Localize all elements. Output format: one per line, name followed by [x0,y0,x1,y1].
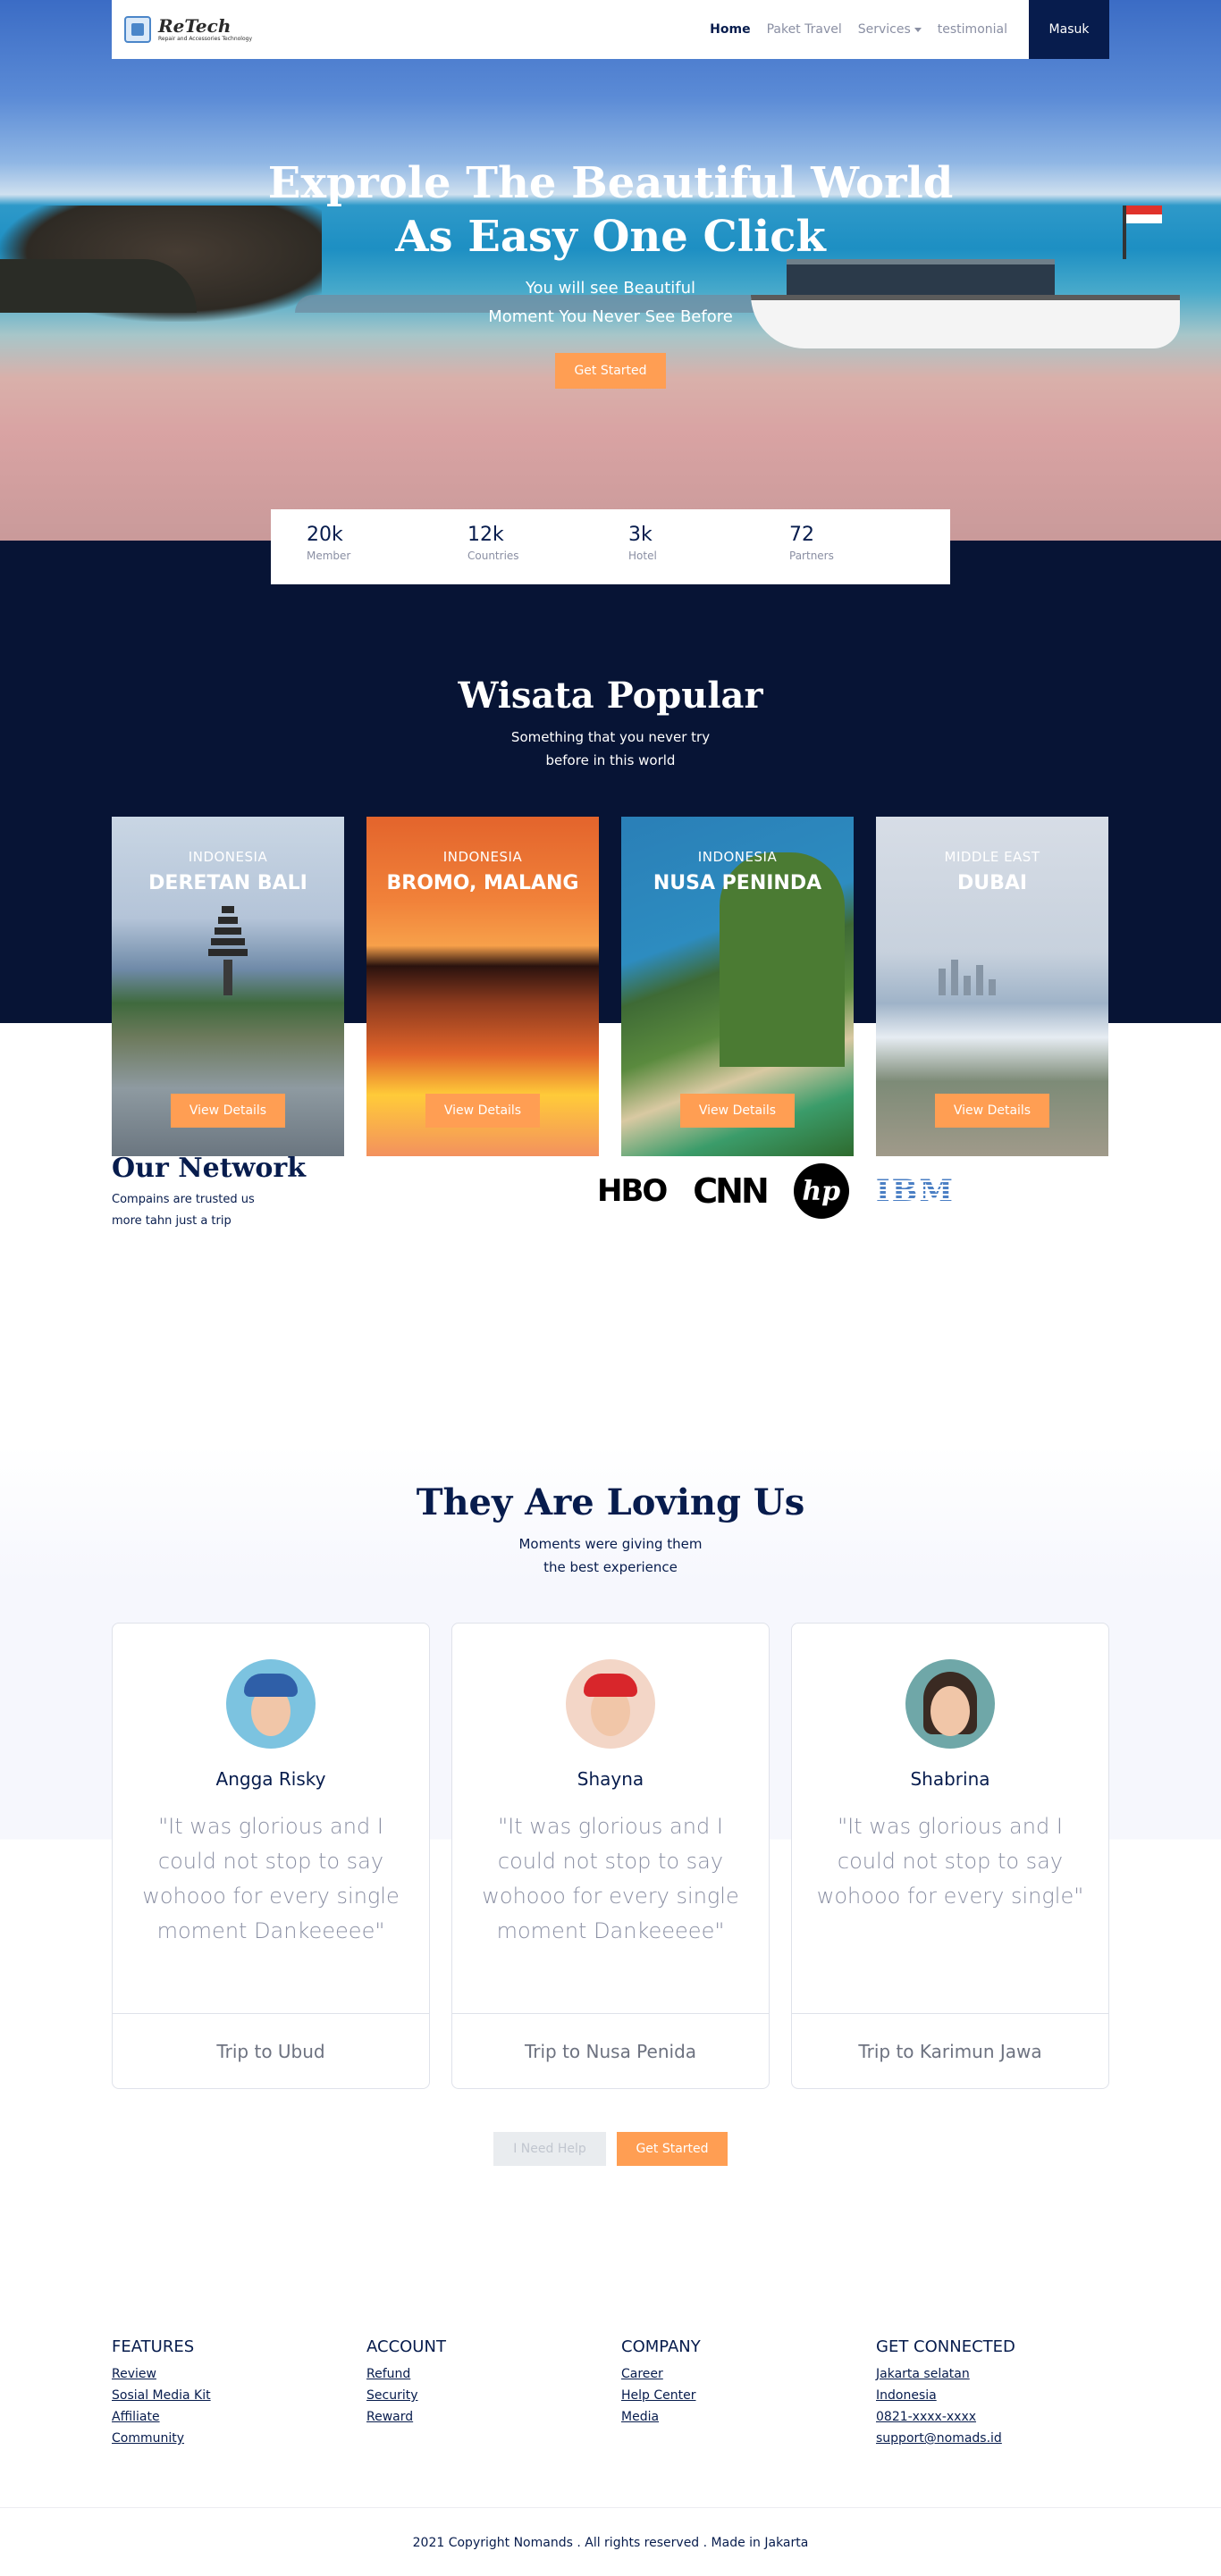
footer-link[interactable]: Review [112,2363,366,2385]
footer-link[interactable]: Refund [366,2363,621,2385]
need-help-button[interactable]: I Need Help [493,2132,606,2166]
stat-countries: 12k Countries [467,524,519,562]
partner-logos: HBO CNN hp IBM [597,1163,981,1219]
brand-name: ReTech [158,15,232,37]
footer-company: COMPANY Career Help Center Media [621,2337,876,2449]
travel-card-bromo[interactable]: INDONESIA BROMO, MALANG View Details [366,817,599,1156]
get-started-button[interactable]: Get Started [555,353,666,389]
login-button[interactable]: Masuk [1029,0,1109,59]
nav-home[interactable]: Home [710,22,750,37]
hero-content: Exprole The Beautiful World As Easy One … [0,156,1221,389]
hero-title: Exprole The Beautiful World As Easy One … [267,158,954,262]
card-country: MIDDLE EAST [944,849,1040,865]
hp-logo: hp [793,1163,849,1219]
testimonial-quote: "It was glorious and I could not stop to… [482,1814,739,1943]
network-section: Our Network Compains are trusted us more… [0,1153,1221,1447]
network-title: Our Network [112,1153,306,1184]
footer-account: ACCOUNT Refund Security Reward [366,2337,621,2449]
testimonial-quote: "It was glorious and I could not stop to… [142,1814,400,1943]
stat-member: 20k Member [307,524,351,562]
footer-link[interactable]: Sosial Media Kit [112,2385,366,2406]
card-title: DERETAN BALI [148,872,307,894]
view-details-button[interactable]: View Details [935,1094,1049,1128]
footer-divider [0,2507,1221,2508]
cta-buttons: I Need Help Get Started [0,2132,1221,2166]
footer: FEATURES Review Sosial Media Kit Affilia… [0,2299,1221,2576]
footer-columns: FEATURES Review Sosial Media Kit Affilia… [112,2337,1131,2449]
testimonial-quote: "It was glorious and I could not stop to… [816,1814,1084,1909]
copyright: 2021 Copyright Nomands . All rights rese… [412,2536,809,2550]
page: ReTech Repair and Accessories Technology… [0,0,1221,2576]
nav-testimonial[interactable]: testimonial [938,22,1007,37]
navbar: ReTech Repair and Accessories Technology… [112,0,1109,59]
testimonial-trip: Trip to Ubud [113,2013,429,2088]
footer-link[interactable]: Affiliate [112,2406,366,2428]
popular-subtitle: Something that you never try before in t… [510,729,711,768]
nav-services-label: Services [857,22,911,37]
testimonial-name: Angga Risky [215,1768,326,1790]
network-subtitle: Compains are trusted us more tahn just a… [112,1193,255,1228]
stats-bar: 20k Member 12k Countries 3k Hotel 72 Par… [271,509,950,584]
view-details-button[interactable]: View Details [425,1094,540,1128]
testimonial-name: Shabrina [910,1768,990,1790]
footer-link[interactable]: support@nomads.id [876,2428,1131,2449]
footer-link[interactable]: Jakarta selatan [876,2363,1131,2385]
nav-paket-travel[interactable]: Paket Travel [767,22,842,37]
travel-card-nusa-penida[interactable]: INDONESIA NUSA PENINDA View Details [621,817,854,1156]
avatar [226,1659,316,1749]
testimonial-trip: Trip to Nusa Penida [452,2013,769,2088]
stat-partners: 72 Partners [789,524,834,562]
view-details-button[interactable]: View Details [680,1094,795,1128]
testimonial-card: Angga Risky "It was glorious and I could… [112,1623,430,2089]
avatar [905,1659,995,1749]
skyline-image [930,960,1019,995]
testimonial-card: Shabrina "It was glorious and I could no… [791,1623,1109,2089]
testimonial-section: They Are Loving Us Moments were giving t… [0,1446,1221,2362]
hbo-logo: HBO [597,1173,668,1209]
testimonial-trip: Trip to Karimun Jawa [792,2013,1108,2088]
pagoda-image [208,906,248,1040]
footer-link[interactable]: Community [112,2428,366,2449]
travel-cards: INDONESIA DERETAN BALI View Details INDO… [112,817,1108,1156]
hero-subtitle: You will see Beautiful Moment You Never … [488,279,733,326]
testimonial-subtitle: Moments were giving them the best experi… [518,1536,703,1575]
caret-down-icon [914,27,922,32]
get-started-button[interactable]: Get Started [617,2132,728,2166]
travel-card-dubai[interactable]: MIDDLE EAST DUBAI View Details [876,817,1108,1156]
view-details-button[interactable]: View Details [171,1094,285,1128]
card-country: INDONESIA [442,849,523,865]
card-country: INDONESIA [188,849,268,865]
footer-get-connected: GET CONNECTED Jakarta selatan Indonesia … [876,2337,1131,2449]
brand-logo[interactable]: ReTech Repair and Accessories Technology [124,16,252,43]
nav-menu: Home Paket Travel Services testimonial M… [710,0,1109,59]
footer-link[interactable]: Indonesia [876,2385,1131,2406]
avatar [566,1659,655,1749]
ibm-logo: IBM [875,1173,956,1209]
travel-card-bali[interactable]: INDONESIA DERETAN BALI View Details [112,817,344,1156]
hero-banner: Exprole The Beautiful World As Easy One … [0,0,1221,541]
footer-link[interactable]: Reward [366,2406,621,2428]
footer-features: FEATURES Review Sosial Media Kit Affilia… [112,2337,366,2449]
footer-link[interactable]: Career [621,2363,876,2385]
cnn-logo: CNN [693,1171,769,1211]
testimonial-name: Shayna [577,1768,644,1790]
card-title: NUSA PENINDA [653,872,822,894]
card-title: DUBAI [956,872,1028,894]
nav-services-dropdown[interactable]: Services [858,22,922,37]
card-title: BROMO, MALANG [386,872,579,894]
testimonial-title: They Are Loving Us [416,1481,805,1523]
brand-icon [124,16,151,43]
brand-tagline: Repair and Accessories Technology [158,36,252,42]
footer-link[interactable]: Security [366,2385,621,2406]
testimonial-cards: Angga Risky "It was glorious and I could… [112,1623,1109,2089]
footer-link[interactable]: Help Center [621,2385,876,2406]
footer-link[interactable]: 0821-xxxx-xxxx [876,2406,1131,2428]
footer-link[interactable]: Media [621,2406,876,2428]
testimonial-card: Shayna "It was glorious and I could not … [451,1623,770,2089]
stat-hotel: 3k Hotel [628,524,657,562]
popular-title: Wisata Popular [458,675,763,717]
card-country: INDONESIA [697,849,778,865]
